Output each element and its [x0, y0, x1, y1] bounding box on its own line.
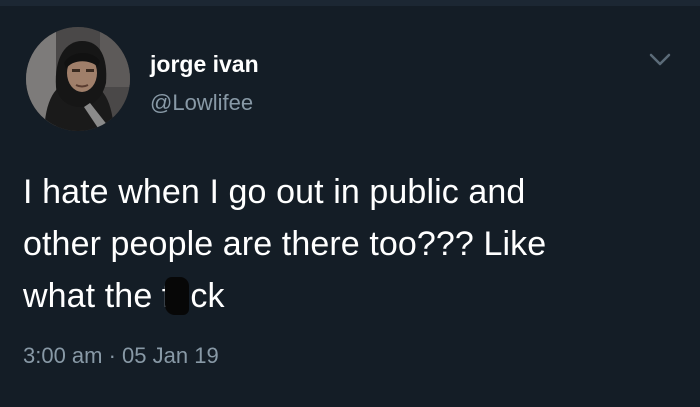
- tweet-text-line: I hate when I go out in public and: [23, 173, 526, 211]
- censor-blot-icon: [165, 277, 190, 315]
- top-divider: [0, 0, 700, 6]
- avatar-photo-icon: [26, 27, 130, 131]
- tweet-text-fragment: ck: [190, 277, 225, 315]
- tweet-body: I hate when I go out in public and other…: [23, 166, 673, 322]
- tweet-timestamp[interactable]: 3:00 am · 05 Jan 19: [23, 343, 219, 369]
- chevron-down-icon[interactable]: [648, 52, 672, 68]
- author-handle[interactable]: @Lowlifee: [150, 90, 253, 116]
- tweet-text-line: what the f ck: [23, 270, 673, 322]
- tweet-text-fragment: what the f: [23, 277, 172, 315]
- tweet-card[interactable]: jorge ivan @Lowlifee I hate when I go ou…: [0, 0, 700, 407]
- author-display-name[interactable]: jorge ivan: [150, 50, 259, 78]
- tweet-text-line: other people are there too??? Like: [23, 225, 547, 263]
- avatar[interactable]: [26, 27, 130, 131]
